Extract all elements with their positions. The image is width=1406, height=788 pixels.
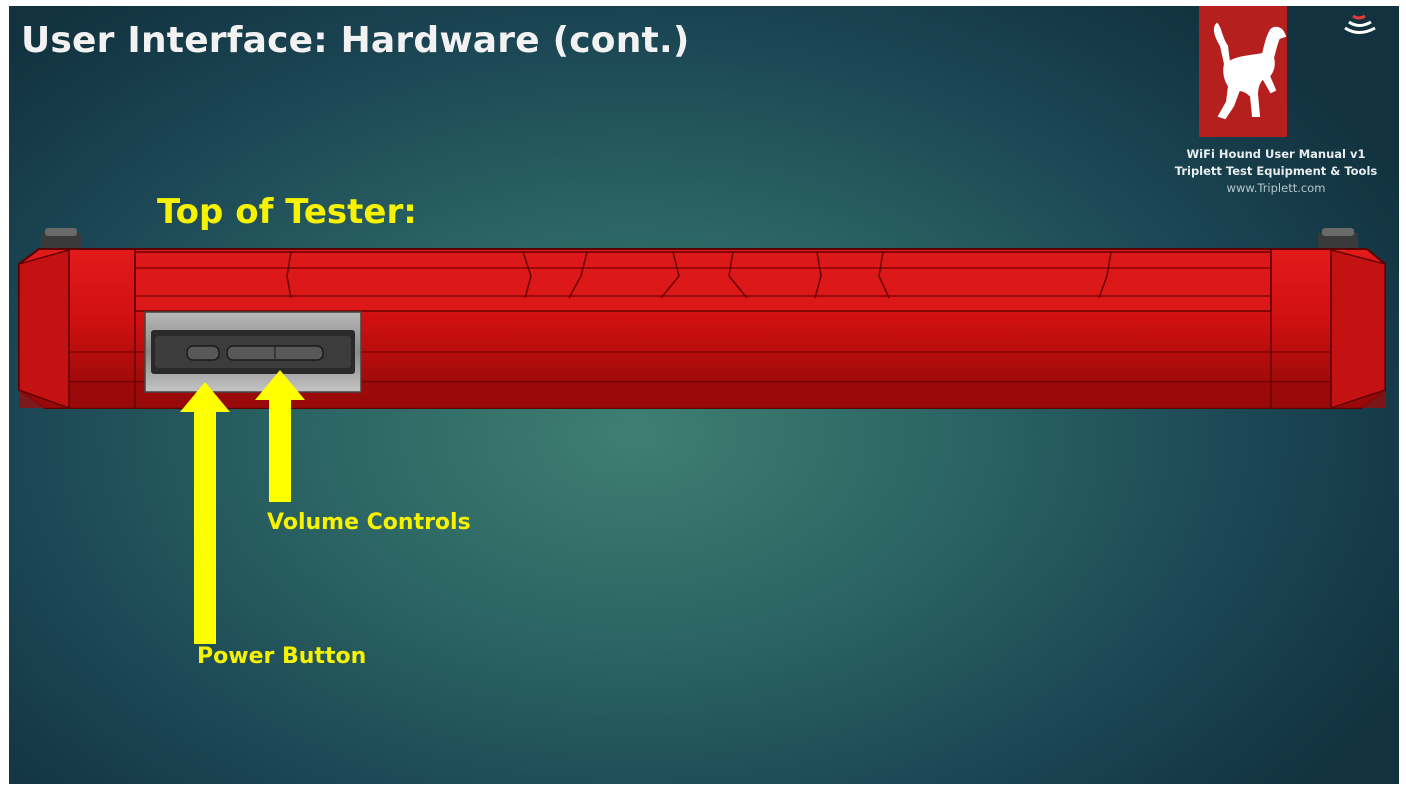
left-foot <box>41 228 81 250</box>
slide: User Interface: Hardware (cont.) WiFi Ho… <box>9 6 1399 784</box>
power-button[interactable] <box>186 345 220 361</box>
volume-controls-arrow <box>255 370 305 502</box>
volume-controls-label: Volume Controls <box>267 510 471 535</box>
tester-top-illustration <box>18 228 1386 409</box>
right-foot <box>1318 228 1358 250</box>
power-button-label: Power Button <box>197 644 367 669</box>
power-button-arrow <box>180 382 230 644</box>
